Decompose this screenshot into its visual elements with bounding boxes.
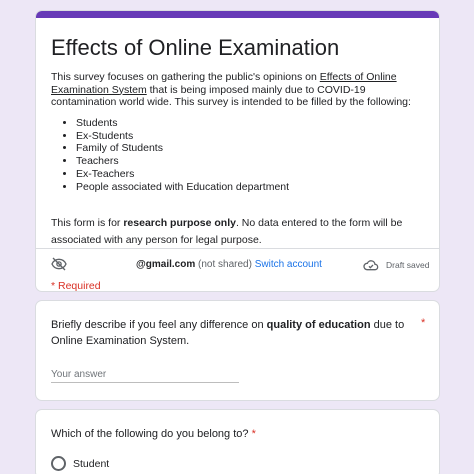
account-info: @gmail.com (not shared) Switch account [136, 259, 322, 270]
list-item: Ex-Students [76, 130, 289, 143]
purpose-text: This form is for [51, 217, 124, 229]
form-description: This survey focuses on gathering the pub… [51, 71, 431, 109]
required-asterisk: * [251, 428, 256, 440]
form-page: Effects of Online Examination This surve… [0, 0, 474, 474]
audience-list: Students Ex-Students Family of Students … [51, 117, 289, 193]
question-text: Briefly describe if you feel any differe… [51, 319, 267, 331]
cloud-done-icon [363, 260, 379, 271]
question-title: Briefly describe if you feel any differe… [51, 317, 411, 349]
draft-saved-status: Draft saved [386, 260, 430, 270]
question-card-quality: Briefly describe if you feel any differe… [35, 300, 440, 401]
purpose-note: This form is for research purpose only. … [51, 215, 434, 248]
purpose-bold-text: research purpose only [123, 217, 236, 229]
radio-button[interactable] [51, 456, 66, 471]
description-text: This survey focuses on gathering the pub… [51, 71, 320, 83]
question-title: Which of the following do you belong to?… [51, 428, 256, 440]
required-asterisk: * [421, 317, 426, 329]
list-item: People associated with Education departm… [76, 181, 289, 194]
question-card-belong: Which of the following do you belong to?… [35, 409, 440, 474]
radio-label: Student [73, 458, 110, 470]
required-note: * Required [51, 280, 101, 292]
divider [36, 248, 439, 249]
form-header-card: Effects of Online Examination This surve… [35, 10, 440, 292]
switch-account-link[interactable]: Switch account [255, 259, 322, 270]
short-answer-input[interactable] [51, 366, 239, 383]
accent-bar [36, 11, 439, 18]
question-bold-text: quality of education [266, 319, 371, 331]
list-item: Students [76, 117, 289, 130]
list-item: Family of Students [76, 142, 289, 155]
list-item: Ex-Teachers [76, 168, 289, 181]
not-shared-label: (not shared) [198, 259, 252, 270]
account-email: @gmail.com [136, 259, 196, 270]
eye-off-icon [51, 257, 67, 271]
question-text: Which of the following do you belong to? [51, 428, 249, 440]
form-title: Effects of Online Examination [51, 35, 340, 60]
list-item: Teachers [76, 155, 289, 168]
